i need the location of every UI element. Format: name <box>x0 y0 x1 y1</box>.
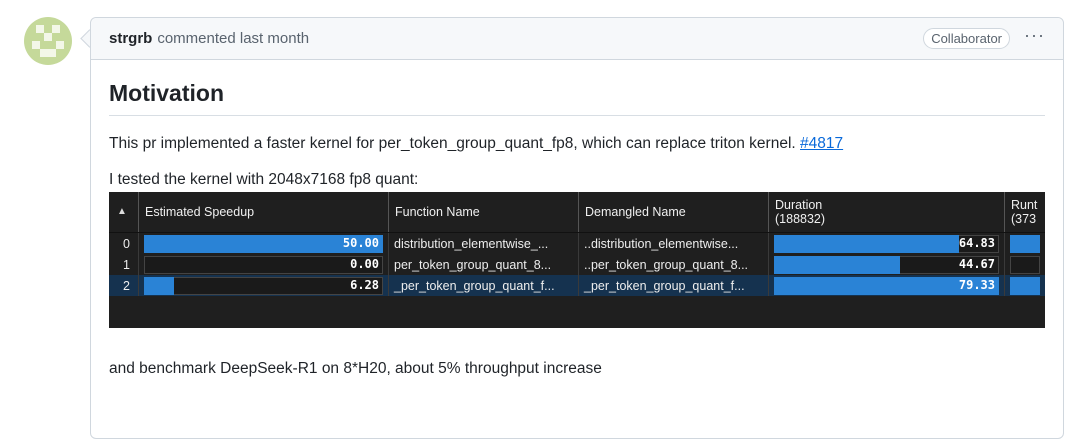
benchmark-table-image: ▲ Estimated Speedup Function Name Demang… <box>109 192 1045 328</box>
comment-box: strgrb commented last month Collaborator… <box>90 17 1064 439</box>
demangled-name-cell: ..per_token_group_quant_8... <box>579 254 769 275</box>
runtime-cell <box>1005 233 1045 254</box>
section-heading: Motivation <box>109 80 1045 116</box>
row-index: 2 <box>109 275 139 296</box>
column-header-demangled-name[interactable]: Demangled Name <box>579 192 769 232</box>
speedup-cell: 6.28 <box>139 275 389 296</box>
function-name-cell: distribution_elementwise_... <box>389 233 579 254</box>
speedup-cell: 50.00 <box>139 233 389 254</box>
column-header-speedup[interactable]: Estimated Speedup <box>139 192 389 232</box>
avatar[interactable] <box>24 17 72 65</box>
runtime-cell <box>1005 275 1045 296</box>
more-options-icon[interactable]: ··· <box>1024 25 1045 46</box>
duration-cell: 44.67 <box>769 254 1005 275</box>
duration-cell: 79.33 <box>769 275 1005 296</box>
function-name-cell: _per_token_group_quant_f... <box>389 275 579 296</box>
table-row-selected[interactable]: 2 6.28 _per_token_group_quant_f... _per_… <box>109 275 1045 296</box>
speedup-value: 0.00 <box>350 256 379 271</box>
paragraph-text: This pr implemented a faster kernel for … <box>109 135 800 152</box>
speedup-bar <box>144 276 175 295</box>
paragraph-description: This pr implemented a faster kernel for … <box>109 135 1045 153</box>
speedup-value: 50.00 <box>342 235 379 250</box>
row-index: 0 <box>109 233 139 254</box>
table-row[interactable]: 0 50.00 distribution_elementwise_... ..d… <box>109 233 1045 254</box>
column-header-duration[interactable]: Duration (188832) <box>769 192 1005 232</box>
demangled-name-cell: ..distribution_elementwise... <box>579 233 769 254</box>
function-name-cell: per_token_group_quant_8... <box>389 254 579 275</box>
duration-bar <box>774 234 959 253</box>
duration-bar <box>774 255 900 274</box>
speedup-value: 6.28 <box>350 277 379 292</box>
duration-cell: 64.83 <box>769 233 1005 254</box>
role-badge: Collaborator <box>923 28 1011 49</box>
column-header-runtime[interactable]: Runt (373 <box>1005 192 1045 232</box>
row-index: 1 <box>109 254 139 275</box>
duration-value: 79.33 <box>958 277 995 292</box>
paragraph-test-intro: I tested the kernel with 2048x7168 fp8 q… <box>109 171 419 188</box>
issue-link[interactable]: #4817 <box>800 135 843 152</box>
speedup-cell: 0.00 <box>139 254 389 275</box>
runtime-cell <box>1005 254 1045 275</box>
comment-body: Motivation This pr implemented a faster … <box>91 80 1063 378</box>
sort-icon[interactable]: ▲ <box>109 192 139 232</box>
comment-header: strgrb commented last month Collaborator… <box>91 18 1063 60</box>
duration-value: 64.83 <box>958 235 995 250</box>
demangled-name-cell: _per_token_group_quant_f... <box>579 275 769 296</box>
paragraph-benchmark: and benchmark DeepSeek-R1 on 8*H20, abou… <box>109 360 602 377</box>
column-header-function-name[interactable]: Function Name <box>389 192 579 232</box>
comment-timestamp[interactable]: commented last month <box>157 30 309 47</box>
table-header: ▲ Estimated Speedup Function Name Demang… <box>109 192 1045 233</box>
table-row[interactable]: 1 0.00 per_token_group_quant_8... ..per_… <box>109 254 1045 275</box>
duration-value: 44.67 <box>958 256 995 271</box>
author-name[interactable]: strgrb <box>109 30 152 47</box>
